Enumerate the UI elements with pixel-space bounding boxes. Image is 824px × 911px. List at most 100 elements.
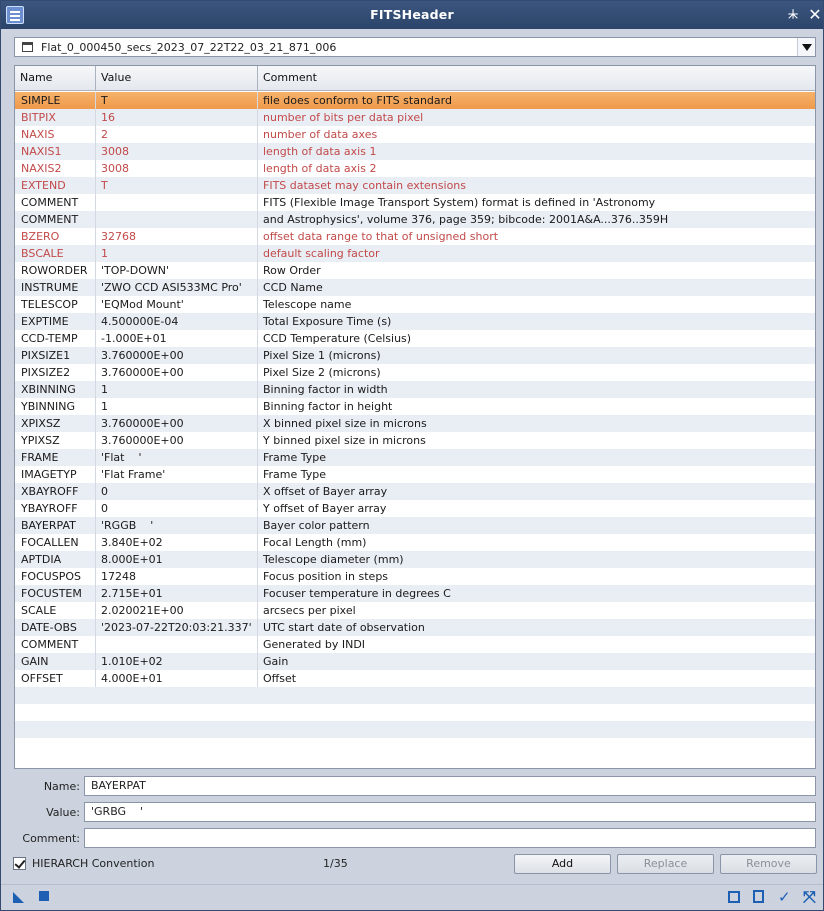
column-header-comment[interactable]: Comment xyxy=(258,66,815,90)
table-row[interactable]: FOCUSPOS 17248 Focus position in steps xyxy=(15,568,815,585)
table-row[interactable]: SIMPLE Tfile does conform to FITS standar… xyxy=(15,92,815,109)
image-selector-dropdown[interactable]: Flat_0_000450_secs_2023_07_22T22_03_21_8… xyxy=(14,37,816,57)
name-field[interactable]: BAYERPAT xyxy=(84,776,816,796)
keyword-value-cell: 2 xyxy=(96,126,258,143)
keyword-comment-cell: Focus position in steps xyxy=(263,570,389,583)
table-row[interactable]: EXPTIME 4.500000E-04 Total Exposure Time (… xyxy=(15,313,815,330)
hierarch-label[interactable]: HIERARCH Convention xyxy=(32,857,154,870)
keyword-name-cell: EXPTIME xyxy=(15,313,96,330)
table-row[interactable]: EXTEND T FITS dataset may contain extensio… xyxy=(15,177,815,194)
keyword-name-cell: BAYERPAT xyxy=(15,517,96,534)
table-row[interactable]: GAIN 1.010E+02 Gain xyxy=(15,653,815,670)
table-row[interactable]: BITPIX 16 number of bits per data pixel xyxy=(15,109,815,126)
table-row[interactable]: FOCALLEN 3.840E+02 Focal Length (mm) xyxy=(15,534,815,551)
table-row[interactable]: FRAME 'Flat ' Frame Type xyxy=(15,449,815,466)
keyword-name-cell: IMAGETYP xyxy=(15,466,96,483)
table-row[interactable]: NAXIS1 3008 length of data axis 1 xyxy=(15,143,815,160)
keyword-comment-cell: Telescope name xyxy=(263,298,352,311)
keyword-name-cell: FOCUSPOS xyxy=(15,568,96,585)
keyword-value-cell: 'EQMod Mount' xyxy=(96,296,258,313)
table-row[interactable]: XBINNING 1 Binning factor in width xyxy=(15,381,815,398)
table-row[interactable]: YPIXSZ 3.760000E+00 Y binned pixel size in… xyxy=(15,432,815,449)
table-row[interactable]: OFFSET 4.000E+01 Offset xyxy=(15,670,815,687)
keyword-name-cell: PIXSIZE1 xyxy=(15,347,96,364)
keyword-comment-cell: CCD Name xyxy=(263,281,323,294)
table-row[interactable]: BZERO 32768 offset data range to that of u… xyxy=(15,228,815,245)
table-row[interactable]: BSCALE 1 default scaling factor xyxy=(15,245,815,262)
keywords-table[interactable]: Name Value Comment SIMPLE Tfile does conf… xyxy=(14,65,816,769)
keyword-value-cell: 3.840E+02 xyxy=(96,534,258,551)
table-row[interactable]: APTDIA 8.000E+01 Telescope diameter (mm) xyxy=(15,551,815,568)
keyword-value-cell: 0 xyxy=(96,500,258,517)
cancel-x-icon[interactable]: ⤧ xyxy=(803,889,817,905)
keyword-value-cell: 1.010E+02 xyxy=(96,653,258,670)
table-row[interactable]: YBINNING 1 Binning factor in height xyxy=(15,398,815,415)
table-row[interactable]: TELESCOP 'EQMod Mount' Telescope name xyxy=(15,296,815,313)
keyword-name-cell: YBINNING xyxy=(15,398,96,415)
keyword-value-cell: 2.020021E+00 xyxy=(96,602,258,619)
chevron-down-icon[interactable] xyxy=(797,38,815,56)
keyword-name-cell: COMMENT xyxy=(15,211,96,228)
keyword-name-cell: FOCUSTEM xyxy=(15,585,96,602)
keyword-comment-cell: and Astrophysics', volume 376, page 359;… xyxy=(263,213,669,226)
table-row[interactable]: XBAYROFF 0 X offset of Bayer array xyxy=(15,483,815,500)
comment-field[interactable] xyxy=(84,828,816,848)
table-row[interactable]: COMMENT Generated by INDI xyxy=(15,636,815,653)
table-row[interactable]: COMMENT FITS (Flexible Image Transport Sy… xyxy=(15,194,815,211)
keyword-name-cell: NAXIS xyxy=(15,126,96,143)
table-row[interactable]: ROWORDER 'TOP-DOWN' Row Order xyxy=(15,262,815,279)
keyword-comment-cell: Frame Type xyxy=(263,468,327,481)
table-row[interactable]: DATE-OBS '2023-07-22T20:03:21.337' UTC sta… xyxy=(15,619,815,636)
ok-check-icon[interactable]: ✓ xyxy=(778,890,792,905)
keyword-comment-cell: number of data axes xyxy=(263,128,378,141)
table-row[interactable]: BAYERPAT 'RGGB ' Bayer color pattern xyxy=(15,517,815,534)
keyword-value-cell: 1 xyxy=(96,398,258,415)
replace-button[interactable]: Replace xyxy=(617,854,714,874)
fitsheader-window: FITSHeader ⯸ ✕ Flat_0_000450_secs_2023_0… xyxy=(0,0,824,911)
table-row[interactable]: XPIXSZ 3.760000E+00 X binned pixel size in… xyxy=(15,415,815,432)
table-row[interactable]: YBAYROFF 0 Y offset of Bayer array xyxy=(15,500,815,517)
keyword-name-cell: XBINNING xyxy=(15,381,96,398)
empty-table-row xyxy=(15,738,815,755)
keyword-name-cell: NAXIS2 xyxy=(15,160,96,177)
keyword-value-cell: 1 xyxy=(96,245,258,262)
keyword-comment-cell: FITS dataset may contain extensions xyxy=(263,179,467,192)
keyword-name-cell: XPIXSZ xyxy=(15,415,96,432)
table-row[interactable]: COMMENT and Astrophysics', volume 376, pa… xyxy=(15,211,815,228)
keyword-comment-cell: Binning factor in height xyxy=(263,400,393,413)
browse-documentation-icon[interactable] xyxy=(753,890,764,903)
table-row[interactable]: FOCUSTEM 2.715E+01 Focuser temperature in … xyxy=(15,585,815,602)
table-row[interactable]: CCD-TEMP -1.000E+01 CCD Temperature (Celsi… xyxy=(15,330,815,347)
apply-icon[interactable] xyxy=(38,890,52,904)
column-header-value[interactable]: Value xyxy=(96,66,258,90)
keyword-comment-cell: Total Exposure Time (s) xyxy=(263,315,392,328)
keyword-comment-cell: CCD Temperature (Celsius) xyxy=(263,332,412,345)
table-row[interactable]: PIXSIZE2 3.760000E+00 Pixel Size 2 (micron… xyxy=(15,364,815,381)
keyword-comment-cell: Pixel Size 1 (microns) xyxy=(263,349,381,362)
table-row[interactable]: IMAGETYP 'Flat Frame' Frame Type xyxy=(15,466,815,483)
new-instance-icon[interactable] xyxy=(12,890,26,904)
hierarch-checkbox[interactable] xyxy=(13,857,26,870)
keyword-name-cell: NAXIS1 xyxy=(15,143,96,160)
table-row[interactable]: INSTRUME 'ZWO CCD ASI533MC Pro' CCD Name xyxy=(15,279,815,296)
table-row[interactable]: PIXSIZE1 3.760000E+00 Pixel Size 1 (micron… xyxy=(15,347,815,364)
keyword-comment-cell: Generated by INDI xyxy=(263,638,366,651)
close-icon[interactable]: ✕ xyxy=(807,6,823,24)
column-header-name[interactable]: Name xyxy=(15,66,96,90)
keyword-comment-cell: number of bits per data pixel xyxy=(263,111,424,124)
title-bar[interactable]: FITSHeader ⯸ ✕ xyxy=(1,1,823,29)
reset-icon[interactable] xyxy=(728,891,740,903)
keyword-value-cell: 4.000E+01 xyxy=(96,670,258,687)
remove-button[interactable]: Remove xyxy=(720,854,817,874)
collapse-icon[interactable]: ⯸ xyxy=(785,6,801,24)
keyword-name-cell: SCALE xyxy=(15,602,96,619)
keyword-value-cell: 3008 xyxy=(96,160,258,177)
keyword-name-cell: BITPIX xyxy=(15,109,96,126)
keyword-name-cell: BZERO xyxy=(15,228,96,245)
table-row[interactable]: SCALE 2.020021E+00 arcsecs per pixel xyxy=(15,602,815,619)
value-field[interactable]: 'GRBG ' xyxy=(84,802,816,822)
keyword-value-cell: T xyxy=(96,92,258,109)
table-row[interactable]: NAXIS 2 number of data axes xyxy=(15,126,815,143)
add-button[interactable]: Add xyxy=(514,854,611,874)
table-row[interactable]: NAXIS2 3008 length of data axis 2 xyxy=(15,160,815,177)
